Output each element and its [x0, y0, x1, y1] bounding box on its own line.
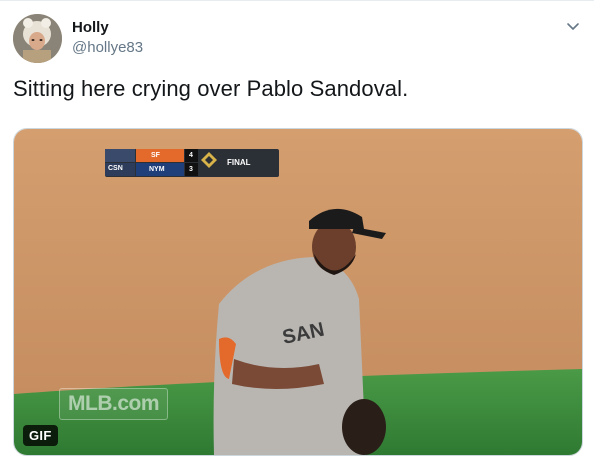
top-divider: [0, 0, 594, 1]
watermark-logo: MLB.com: [59, 388, 168, 420]
gif-media[interactable]: SAN CSN SF 4 NYM 3 FINAL MLB.com GIF: [13, 128, 583, 456]
gif-badge: GIF: [23, 425, 58, 446]
avatar[interactable]: [13, 14, 62, 63]
scorebug: CSN SF 4 NYM 3 FINAL: [105, 149, 279, 177]
scorebug-score1: 4: [189, 152, 193, 159]
scorebug-score2: 3: [189, 166, 193, 173]
scorebug-team2: NYM: [149, 166, 165, 173]
chevron-down-icon[interactable]: [566, 19, 580, 33]
author-name[interactable]: Holly: [72, 19, 109, 36]
author-handle[interactable]: @hollye83: [72, 39, 143, 56]
tweet-text: Sitting here crying over Pablo Sandoval.: [13, 76, 409, 101]
scorebug-team1: SF: [151, 152, 160, 159]
scorebug-status: FINAL: [227, 158, 251, 167]
scorebug-network: CSN: [108, 165, 123, 172]
avatar-image: [13, 14, 62, 63]
